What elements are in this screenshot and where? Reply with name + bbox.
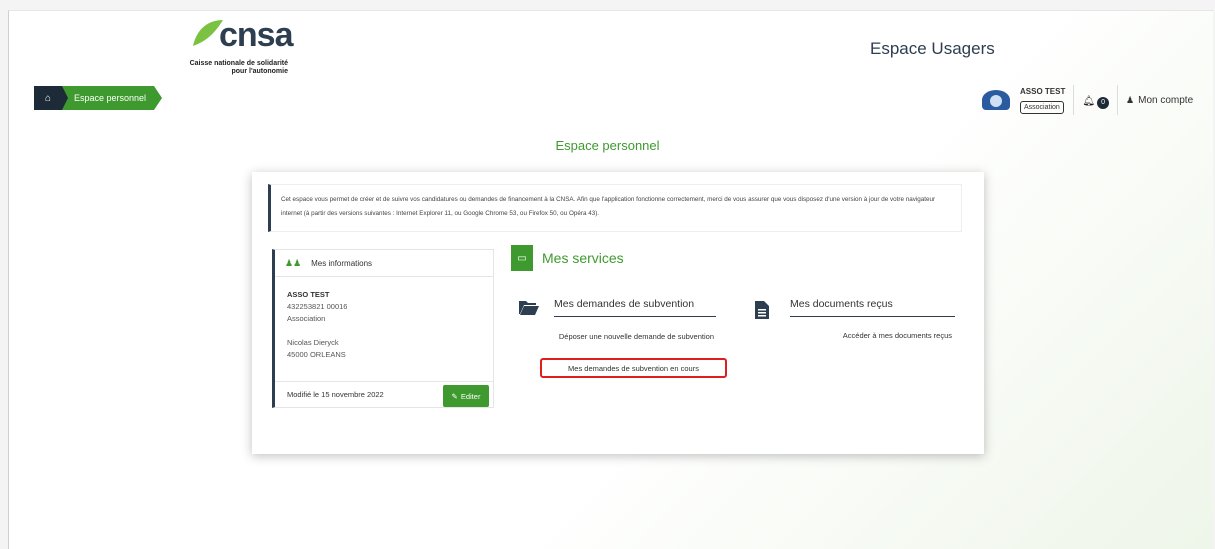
my-information-header: ♟♟ Mes informations — [275, 250, 493, 277]
intro-notice: Cet espace vous permet de créer et de su… — [268, 184, 962, 232]
edit-icon: ✎ — [451, 391, 458, 401]
home-icon: ⌂ — [44, 92, 52, 104]
laptop-icon: ▭ — [511, 245, 533, 271]
user-menu: ASSO TEST Association 🔔︎ 0 ♟ Mon compte — [982, 80, 1193, 120]
notifications-button[interactable]: 🔔︎ 0 — [1082, 91, 1110, 109]
org-siret: 432253821 00016 — [287, 302, 348, 311]
edit-button[interactable]: ✎ Editer — [443, 385, 489, 407]
edit-label: Editer — [460, 391, 481, 401]
breadcrumb: ⌂ Espace personnel — [34, 86, 163, 110]
logo-subtitle: Caisse nationale de solidarité pour l'au… — [189, 60, 288, 75]
main-card: Cet espace vous permet de créer et de su… — [252, 172, 984, 454]
org-name: ASSO TEST — [287, 290, 330, 299]
logo-text: cnsa — [219, 16, 293, 54]
page-title: Espace personnel — [555, 138, 660, 153]
user-name: ASSO TEST — [1020, 86, 1066, 96]
avatar[interactable] — [982, 90, 1010, 110]
document-icon — [754, 300, 770, 325]
bell-icon: 🔔︎ — [1082, 96, 1096, 107]
users-icon: ♟♟ — [285, 257, 302, 268]
my-information-title: Mes informations — [311, 258, 373, 268]
notification-count-badge: 0 — [1097, 97, 1110, 109]
breadcrumb-item-espace-personnel[interactable]: Espace personnel — [62, 86, 163, 110]
divider — [1117, 85, 1119, 115]
account-menu-button[interactable]: ♟ Mon compte — [1126, 95, 1193, 106]
my-information-footer: Modifié le 15 novembre 2022 ✎ Editer — [275, 381, 493, 407]
documents-received-link[interactable]: Accéder à mes documents reçus — [792, 331, 952, 340]
account-label: Mon compte — [1138, 94, 1194, 106]
cnsa-logo[interactable]: cnsa Caisse nationale de solidarité pour… — [183, 16, 294, 86]
contact-name: Nicolas Dieryck — [287, 338, 339, 347]
modified-date: Modifié le 15 novembre 2022 — [287, 390, 384, 399]
user-info[interactable]: ASSO TEST Association — [1020, 87, 1065, 114]
my-information-panel: ♟♟ Mes informations ASSO TEST 432253821 … — [272, 249, 494, 408]
contact-city: 45000 ORLEANS — [287, 350, 346, 359]
grant-requests-in-progress-link[interactable]: Mes demandes de subvention en cours — [540, 358, 727, 378]
folder-open-icon — [518, 298, 540, 321]
my-information-body: ASSO TEST 432253821 00016 Association Ni… — [275, 277, 493, 361]
user-type-badge: Association — [1020, 100, 1064, 114]
user-icon: ♟ — [1126, 94, 1135, 105]
divider — [1073, 85, 1075, 115]
new-grant-request-link[interactable]: Déposer une nouvelle demande de subventi… — [554, 331, 714, 343]
services-title: Mes services — [542, 250, 624, 266]
org-type: Association — [287, 314, 326, 323]
breadcrumb-home[interactable]: ⌂ — [34, 86, 62, 110]
app-title: Espace Usagers — [870, 39, 995, 58]
grant-requests-title: Mes demandes de subvention — [554, 298, 716, 317]
documents-received-title: Mes documents reçus — [790, 298, 955, 317]
